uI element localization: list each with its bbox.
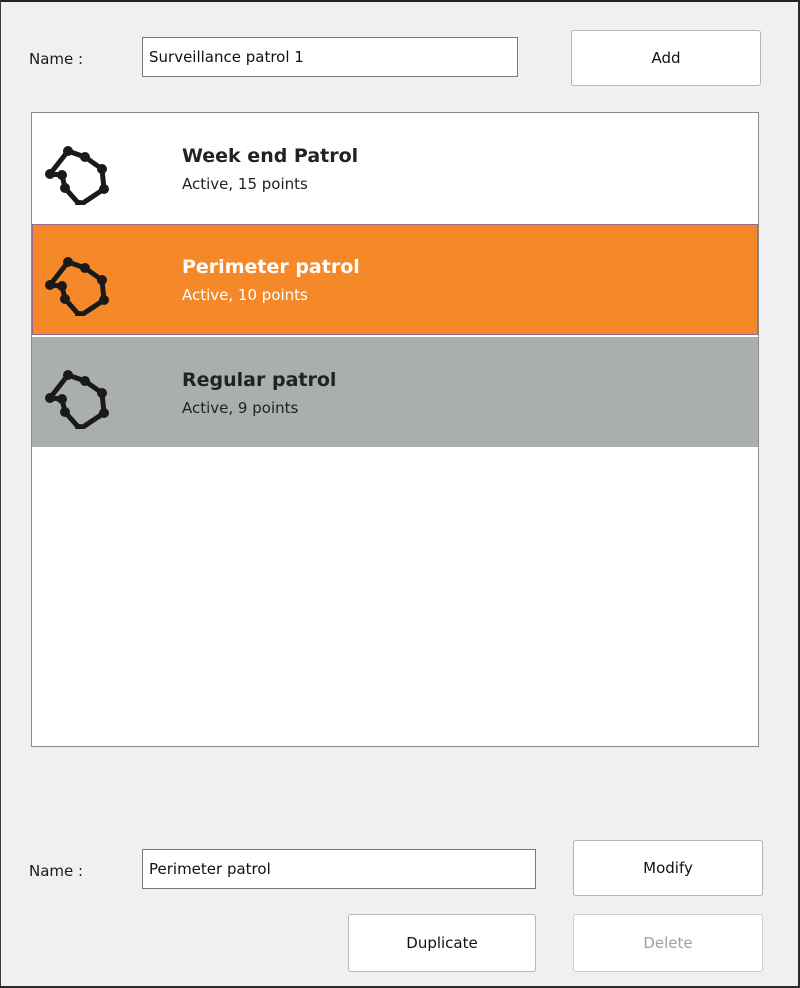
patrol-status: Active, 15 points: [182, 175, 308, 193]
patrol-manager-window: Name : Add Week end Patrol Active, 15 po…: [0, 0, 798, 986]
patrol-title: Regular patrol: [182, 369, 337, 391]
patrol-list[interactable]: Week end Patrol Active, 15 points Perime…: [31, 112, 759, 747]
add-button[interactable]: Add: [571, 30, 761, 86]
top-name-label: Name :: [29, 50, 84, 68]
delete-button[interactable]: Delete: [573, 914, 763, 972]
patrol-title: Perimeter patrol: [182, 256, 360, 278]
patrol-route-icon: [45, 146, 109, 205]
selected-patrol-name-input[interactable]: [142, 849, 536, 889]
bottom-name-label: Name :: [29, 862, 84, 880]
duplicate-button[interactable]: Duplicate: [348, 914, 536, 972]
patrol-list-item-week-end[interactable]: Week end Patrol Active, 15 points: [32, 113, 758, 223]
new-patrol-name-input[interactable]: [142, 37, 518, 77]
patrol-status: Active, 9 points: [182, 399, 299, 417]
patrol-list-item-perimeter[interactable]: Perimeter patrol Active, 10 points: [32, 224, 758, 335]
patrol-list-item-regular[interactable]: Regular patrol Active, 9 points: [32, 337, 758, 447]
modify-button[interactable]: Modify: [573, 840, 763, 896]
patrol-status: Active, 10 points: [182, 286, 308, 304]
patrol-title: Week end Patrol: [182, 145, 359, 167]
patrol-route-icon: [45, 257, 109, 316]
patrol-route-icon: [45, 370, 109, 429]
